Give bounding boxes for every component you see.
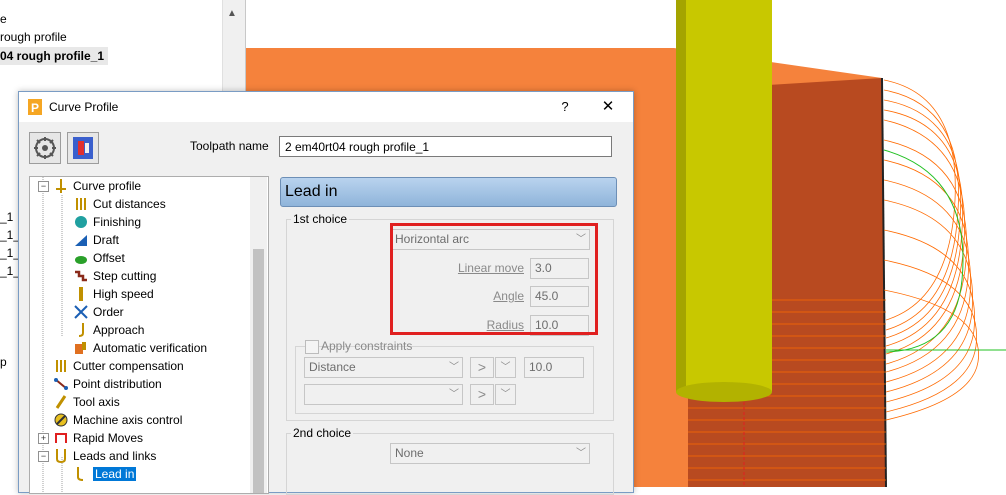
constraint-operator-button-1[interactable]: > (470, 357, 494, 378)
tree-item-curve-profile[interactable]: Curve profile (54, 177, 141, 195)
explorer-row[interactable]: _1 (0, 208, 13, 226)
toolpath-settings-button[interactable] (29, 132, 61, 164)
tree-item-tool-axis[interactable]: Tool axis (54, 393, 120, 411)
tree-item-offset[interactable]: Offset (74, 249, 125, 267)
cut-distances-icon (76, 198, 86, 210)
tree-item-cutter-compensation[interactable]: Cutter compensation (54, 357, 184, 375)
constraint-type-dropdown-2[interactable]: ﹀ (304, 384, 463, 405)
settings-tree: − + − Curve profile Cut distances Finish… (29, 176, 269, 494)
tool-axis-icon (55, 395, 67, 409)
second-choice-value: None (395, 446, 424, 460)
chevron-down-icon: ﹀ (449, 389, 459, 400)
explorer-row-active[interactable]: 04 rough profile_1 (0, 47, 109, 65)
point-distribution-icon (54, 378, 68, 390)
tree-item-lead-in[interactable]: Lead in (74, 465, 137, 483)
tree-item-leads-and-links[interactable]: Leads and links (54, 447, 156, 465)
preview-button[interactable] (67, 132, 99, 164)
chevron-down-icon: ﹀ (449, 362, 459, 373)
dialog-title: Curve Profile (49, 100, 119, 114)
expand-leads-links-icon[interactable]: − (38, 451, 49, 462)
constraint-type-value: Distance (309, 360, 356, 374)
cutting-tool (676, 0, 772, 402)
preview-icon (73, 137, 93, 159)
apply-constraints-label: Apply constraints (321, 339, 413, 353)
title-bar[interactable]: P Curve Profile ? ✕ (19, 92, 633, 122)
toolpath-name-label: Toolpath name (190, 139, 269, 153)
tree-item-high-speed[interactable]: High speed (74, 285, 154, 303)
explorer-row[interactable]: rough profile (0, 28, 67, 46)
automatic-verification-icon (75, 342, 86, 354)
tree-scrollbar-thumb[interactable] (253, 249, 264, 493)
tree-item-order[interactable]: Order (74, 303, 124, 321)
toolpath-name-input[interactable] (279, 136, 612, 157)
leads-and-links-icon (56, 449, 66, 463)
tree-item-finishing[interactable]: Finishing (74, 213, 141, 231)
constraint-operator-button-2[interactable]: > (470, 384, 494, 405)
tree-item-approach[interactable]: Approach (74, 321, 144, 339)
second-choice-label: 2nd choice (291, 426, 354, 440)
explorer-row[interactable]: e (0, 10, 7, 28)
expand-rapid-moves-icon[interactable]: + (38, 433, 49, 444)
page-header: Lead in (280, 177, 617, 207)
tree-item-cut-distances[interactable]: Cut distances (74, 195, 166, 213)
second-choice-dropdown[interactable]: None ﹀ (390, 443, 590, 464)
machine-axis-control-icon (54, 413, 68, 427)
chevron-down-icon: ﹀ (576, 448, 586, 459)
chevron-down-icon[interactable]: ﹀ (495, 357, 516, 378)
powermill-app-icon: P (28, 99, 42, 115)
tree-item-step-cutting[interactable]: Step cutting (74, 267, 156, 285)
constraint-type-dropdown-1[interactable]: Distance ﹀ (304, 357, 463, 378)
step-cutting-icon (75, 270, 87, 282)
rapid-moves-icon (55, 433, 67, 443)
lead-in-icon (77, 467, 84, 481)
red-highlight-box (390, 223, 598, 335)
cutter-compensation-icon (56, 360, 66, 372)
tree-item-rapid-moves[interactable]: Rapid Moves (54, 429, 143, 447)
scroll-up-icon[interactable]: ▲ (225, 8, 239, 22)
finishing-icon (75, 216, 87, 228)
close-button[interactable]: ✕ (597, 96, 619, 118)
draft-icon (75, 235, 87, 246)
constraint-value-field-1[interactable]: 10.0 (524, 357, 584, 378)
gear-icon (34, 137, 56, 159)
approach-icon (78, 323, 84, 337)
order-icon (74, 305, 88, 319)
tree-item-draft[interactable]: Draft (74, 231, 119, 249)
help-button[interactable]: ? (554, 96, 576, 118)
offset-icon (75, 256, 87, 264)
explorer-row[interactable]: p (0, 353, 7, 371)
page-title: Lead in (285, 183, 338, 200)
tree-item-machine-axis-control[interactable]: Machine axis control (54, 411, 182, 429)
tree-item-automatic-verification[interactable]: Automatic verification (74, 339, 207, 357)
apply-constraints-checkbox[interactable] (305, 340, 319, 354)
svg-text:P: P (31, 101, 39, 115)
high-speed-icon (79, 287, 83, 301)
tree-item-point-distribution[interactable]: Point distribution (54, 375, 162, 393)
curve-profile-icon (56, 179, 66, 193)
curve-profile-dialog: P Curve Profile ? ✕ Toolpath name 2 em40… (18, 91, 634, 495)
expand-curve-profile-icon[interactable]: − (38, 181, 49, 192)
first-choice-label: 1st choice (291, 212, 350, 226)
chevron-down-icon[interactable]: ﹀ (495, 384, 516, 405)
